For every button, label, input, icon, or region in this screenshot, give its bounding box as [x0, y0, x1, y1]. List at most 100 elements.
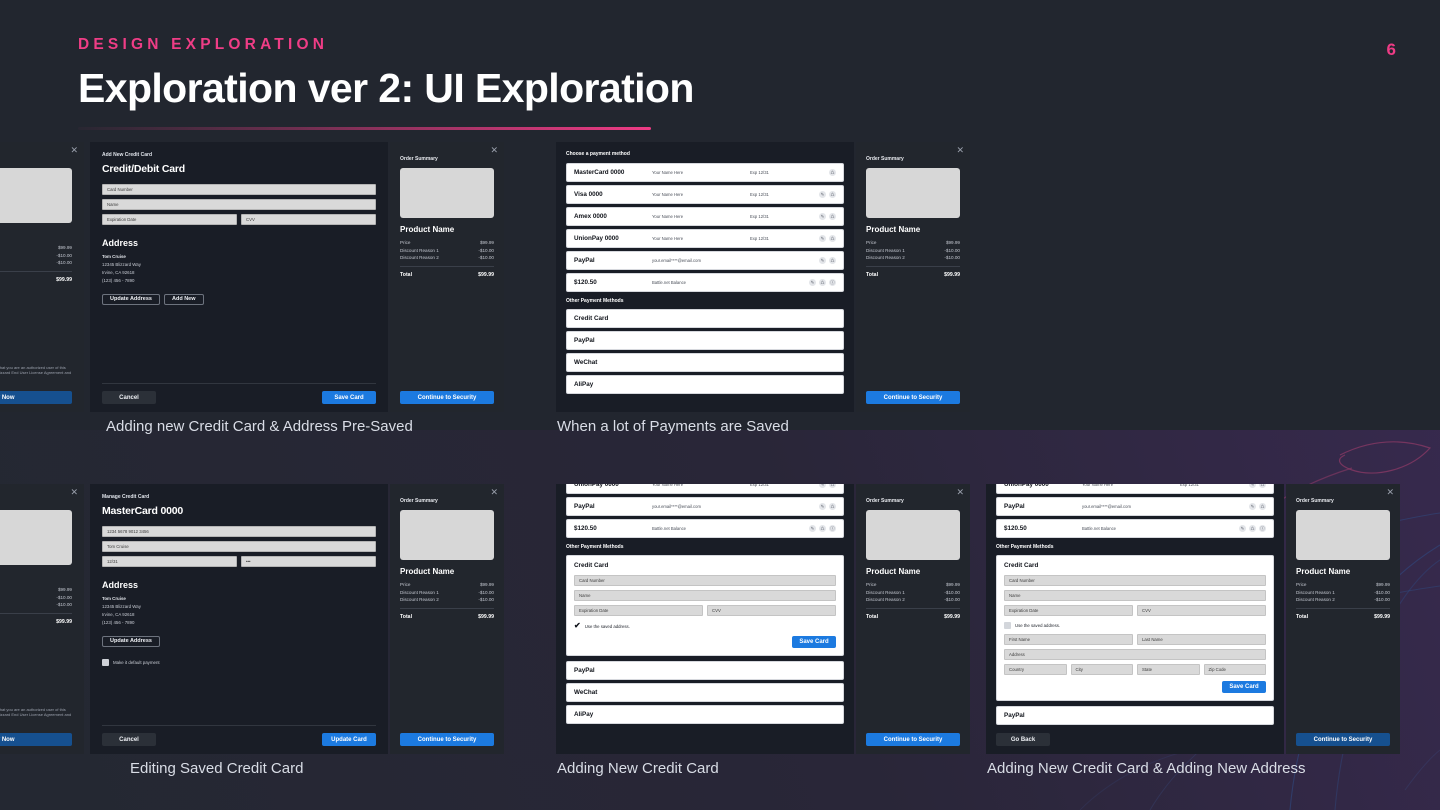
name-input[interactable]: Name [1004, 590, 1266, 601]
delete-icon[interactable]: ♺ [829, 484, 836, 488]
continue-to-security-button[interactable]: Continue to Security [866, 733, 960, 746]
name-input[interactable]: Name [102, 199, 376, 210]
add-new-address-button[interactable]: Add New [163, 293, 204, 305]
expiration-date-input[interactable]: Expiration Date [102, 214, 237, 225]
expiration-date-input[interactable]: 12/31 [102, 556, 237, 567]
delete-icon[interactable]: ♺ [829, 235, 836, 242]
close-icon[interactable]: ✕ [70, 488, 78, 497]
delete-icon[interactable]: ♺ [1249, 525, 1256, 532]
info-icon[interactable]: ⓘ [829, 525, 836, 532]
other-method-row[interactable]: PayPal [996, 706, 1274, 725]
checkbox-checked-icon[interactable]: ✔ [574, 622, 581, 630]
edit-icon[interactable]: ✎ [809, 279, 816, 286]
address-input[interactable]: Address [1004, 649, 1266, 660]
close-icon[interactable]: ✕ [70, 146, 78, 155]
other-method-row[interactable]: PayPal [566, 661, 844, 680]
expiration-date-input[interactable]: Expiration Date [1004, 605, 1133, 616]
delete-icon[interactable]: ♺ [819, 279, 826, 286]
delete-icon[interactable]: ♺ [829, 503, 836, 510]
close-icon[interactable]: ✕ [490, 146, 498, 155]
payment-method-row[interactable]: MasterCard 0000 Your Name Here Exp 12/31… [566, 163, 844, 182]
cancel-button[interactable]: Cancel [102, 391, 156, 404]
use-saved-address-row[interactable]: ✔ Use the saved address. [574, 622, 836, 630]
delete-icon[interactable]: ♺ [829, 191, 836, 198]
delete-icon[interactable]: ♺ [829, 257, 836, 264]
edit-icon[interactable]: ✎ [809, 525, 816, 532]
payment-method-row[interactable]: PayPal your.email****@email.com ✎ ♺ [566, 497, 844, 516]
continue-to-security-button[interactable]: Continue to Security [400, 391, 494, 404]
close-icon[interactable]: ✕ [956, 488, 964, 497]
card-number-input[interactable]: Card Number [1004, 575, 1266, 586]
edit-icon[interactable]: ✎ [1249, 503, 1256, 510]
first-name-input[interactable]: First Name [1004, 634, 1133, 645]
other-method-row[interactable]: AliPay [566, 705, 844, 724]
update-address-button[interactable]: Update Address [102, 293, 160, 305]
close-icon[interactable]: ✕ [956, 146, 964, 155]
cvv-input[interactable]: CVV [241, 214, 376, 225]
continue-to-security-button[interactable]: Continue to Security [400, 733, 494, 746]
continue-to-security-button[interactable]: Continue to Security [1296, 733, 1390, 746]
use-saved-address-row[interactable]: Use the saved address. [1004, 622, 1266, 629]
update-card-button[interactable]: Update Card [322, 733, 376, 746]
edit-icon[interactable]: ✎ [819, 503, 826, 510]
country-input[interactable]: Country [1004, 664, 1067, 675]
checkbox-icon[interactable] [102, 658, 109, 666]
delete-icon[interactable]: ♺ [819, 525, 826, 532]
payment-method-row-scrolled[interactable]: UnionPay 0000 Your Name Here Exp 12/31 ✎… [996, 484, 1274, 494]
cvv-input[interactable]: CVV [1137, 605, 1266, 616]
delete-icon[interactable]: ♺ [1259, 503, 1266, 510]
payment-method-row[interactable]: $120.50 Battle.net Balance ✎ ♺ ⓘ [566, 273, 844, 292]
cvv-input[interactable]: CVV [707, 605, 836, 616]
zip-code-input[interactable]: Zip Code [1203, 664, 1266, 675]
payment-method-row[interactable]: PayPal your.email****@email.com ✎ ♺ [566, 251, 844, 270]
card-number-input[interactable]: Card Number [574, 575, 836, 586]
checkbox-icon[interactable] [1004, 622, 1011, 629]
other-method-row[interactable]: PayPal [566, 331, 844, 350]
payment-method-row[interactable]: PayPal your.email****@email.com ✎ ♺ [996, 497, 1274, 516]
edit-icon[interactable]: ✎ [1239, 525, 1246, 532]
default-payment-checkbox-row[interactable]: Make it default payment [102, 658, 376, 666]
payment-method-row[interactable]: $120.50 Battle.net Balance ✎ ♺ ⓘ [996, 519, 1274, 538]
close-icon[interactable]: ✕ [490, 488, 498, 497]
cvv-input[interactable]: ••• [241, 556, 376, 567]
info-icon[interactable]: ⓘ [1259, 525, 1266, 532]
close-icon[interactable]: ✕ [1386, 488, 1394, 497]
save-card-button[interactable]: Save Card [1222, 681, 1266, 693]
edit-icon[interactable]: ✎ [819, 484, 826, 488]
other-method-row[interactable]: Credit Card [566, 309, 844, 328]
save-card-button[interactable]: Save Card [792, 636, 836, 648]
edit-icon[interactable]: ✎ [819, 213, 826, 220]
name-input[interactable]: Name [574, 590, 836, 601]
delete-icon[interactable]: ♺ [829, 169, 836, 176]
state-input[interactable]: State [1137, 664, 1200, 675]
name-input[interactable]: Tom Cruise [102, 541, 376, 552]
delete-icon[interactable]: ♺ [829, 213, 836, 220]
last-name-input[interactable]: Last Name [1137, 634, 1266, 645]
edit-icon[interactable]: ✎ [819, 235, 826, 242]
edit-icon[interactable]: ✎ [819, 191, 826, 198]
cancel-button[interactable]: Cancel [102, 733, 156, 746]
pay-now-button[interactable]: Pay Now [0, 391, 72, 404]
payment-method-row[interactable]: Amex 0000 Your Name Here Exp 12/31 ✎ ♺ [566, 207, 844, 226]
edit-icon[interactable]: ✎ [819, 257, 826, 264]
card-number-input[interactable]: Card Number [102, 184, 376, 195]
info-icon[interactable]: ⓘ [829, 279, 836, 286]
payment-method-row[interactable]: Visa 0000 Your Name Here Exp 12/31 ✎ ♺ [566, 185, 844, 204]
go-back-button[interactable]: Go Back [996, 733, 1050, 746]
other-method-row[interactable]: AliPay [566, 375, 844, 394]
delete-icon[interactable]: ♺ [1259, 484, 1266, 488]
save-card-button[interactable]: Save Card [322, 391, 376, 404]
update-address-button[interactable]: Update Address [102, 635, 160, 647]
continue-to-security-button[interactable]: Continue to Security [866, 391, 960, 404]
payment-method-row[interactable]: $120.50 Battle.net Balance ✎ ♺ ⓘ [566, 519, 844, 538]
card-number-input[interactable]: 1234 5678 9012 3456 [102, 526, 376, 537]
payment-method-row[interactable]: UnionPay 0000 Your Name Here Exp 12/31 ✎… [566, 229, 844, 248]
city-input[interactable]: City [1070, 664, 1133, 675]
other-method-row[interactable]: WeChat [566, 683, 844, 702]
edit-icon[interactable]: ✎ [1249, 484, 1256, 488]
payment-method-list-panel: Choose a payment method MasterCard 0000 … [556, 142, 854, 412]
expiration-date-input[interactable]: Expiration Date [574, 605, 703, 616]
payment-method-row-scrolled[interactable]: UnionPay 0000 Your Name Here Exp 12/31 ✎… [566, 484, 844, 494]
pay-now-button[interactable]: Pay Now [0, 733, 72, 746]
other-method-row[interactable]: WeChat [566, 353, 844, 372]
